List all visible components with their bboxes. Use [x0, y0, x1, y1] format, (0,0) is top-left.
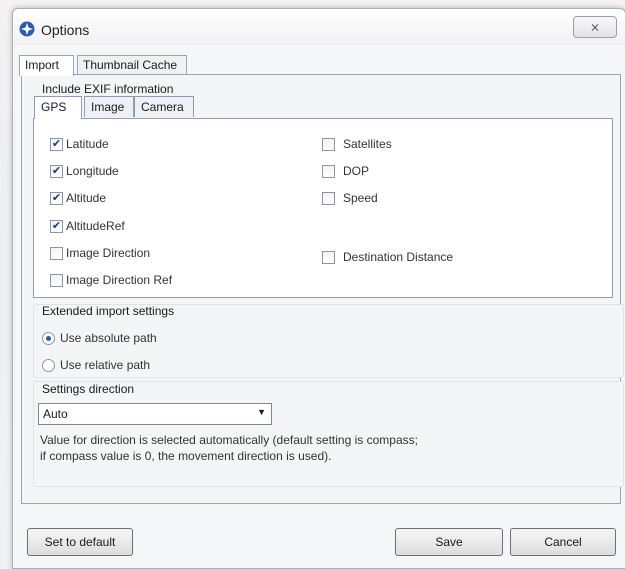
image-direction-label: Image Direction [66, 246, 151, 260]
tab-thumbnail-cache[interactable]: Thumbnail Cache [77, 55, 187, 74]
subtab-gps-label: GPS [41, 100, 67, 114]
absolute-path-radio[interactable] [42, 332, 55, 345]
image-direction-ref-label: Image Direction Ref [66, 273, 173, 287]
set-to-default-button[interactable]: Set to default [27, 528, 133, 556]
direction-dropdown-value: Auto [43, 407, 68, 421]
cancel-label: Cancel [544, 535, 582, 549]
dop-checkbox[interactable] [322, 165, 335, 178]
checkmark-icon: ✔ [51, 165, 62, 177]
subtab-image[interactable]: Image [84, 96, 134, 117]
extended-import-label: Extended import settings [42, 304, 175, 318]
options-app-icon [19, 21, 35, 37]
relative-path-radio[interactable] [42, 359, 55, 372]
close-button[interactable]: ⨯ [573, 16, 617, 38]
relative-path-label: Use relative path [60, 358, 151, 372]
satellites-label: Satellites [343, 137, 392, 151]
satellites-checkbox[interactable] [322, 138, 335, 151]
save-label: Save [435, 535, 463, 549]
checkmark-icon: ✔ [51, 220, 62, 232]
subtab-camera-label: Camera [141, 100, 184, 114]
tab-import[interactable]: Import [19, 55, 74, 76]
checkmark-icon: ✔ [51, 192, 62, 204]
destination-distance-checkbox[interactable] [322, 251, 335, 264]
speed-checkbox[interactable] [322, 192, 335, 205]
altituderef-label: AltitudeRef [66, 219, 125, 233]
subtab-gps[interactable]: GPS [34, 96, 82, 119]
dop-label: DOP [343, 164, 370, 178]
latitude-label: Latitude [66, 137, 109, 151]
settings-direction-label: Settings direction [42, 382, 135, 396]
altitude-checkbox[interactable]: ✔ [50, 192, 63, 205]
window-title: Options [41, 22, 90, 38]
title-bar: Options ⨯ [13, 9, 625, 45]
image-direction-checkbox[interactable] [50, 247, 63, 260]
destination-distance-label: Destination Distance [343, 250, 454, 264]
longitude-checkbox[interactable]: ✔ [50, 165, 63, 178]
absolute-path-label: Use absolute path [60, 331, 157, 345]
altituderef-checkbox[interactable]: ✔ [50, 220, 63, 233]
direction-description-line1: Value for direction is selected automati… [40, 433, 418, 447]
checkmark-icon: ✔ [51, 138, 62, 150]
latitude-checkbox[interactable]: ✔ [50, 138, 63, 151]
image-direction-ref-checkbox[interactable] [50, 274, 63, 287]
close-icon: ⨯ [589, 20, 601, 34]
altitude-label: Altitude [66, 191, 107, 205]
direction-dropdown[interactable]: Auto ▼ [38, 403, 272, 425]
subtab-camera[interactable]: Camera [134, 96, 194, 117]
direction-description-line2: if compass value is 0, the movement dire… [40, 449, 332, 463]
tab-thumbnail-cache-label: Thumbnail Cache [83, 58, 178, 72]
subtab-image-label: Image [91, 100, 125, 114]
tab-import-label: Import [25, 58, 60, 72]
exif-group-label: Include EXIF information [42, 82, 174, 96]
cancel-button[interactable]: Cancel [510, 528, 616, 556]
set-to-default-label: Set to default [44, 535, 116, 549]
longitude-label: Longitude [66, 164, 119, 178]
dropdown-arrow-icon: ▼ [257, 407, 266, 417]
save-button[interactable]: Save [395, 528, 503, 556]
speed-label: Speed [343, 191, 378, 205]
